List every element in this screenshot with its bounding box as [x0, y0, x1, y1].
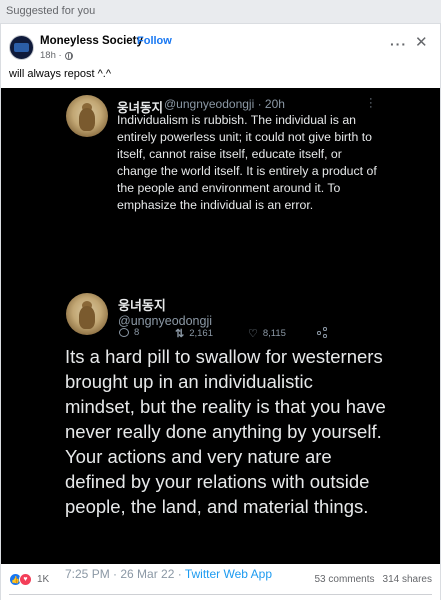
tweet-small-handle: @ungnyeodongji · 20h	[164, 97, 285, 111]
like-count: 8,115	[262, 328, 286, 339]
share-icon	[317, 327, 328, 338]
page-name-link[interactable]: Moneyless Society	[40, 35, 143, 47]
avatar-figure-body	[78, 107, 96, 131]
suggested-header: Suggested for you	[0, 0, 441, 24]
page-avatar[interactable]	[9, 35, 34, 60]
tweet-small-text: Individualism is rubbish. The individual…	[117, 113, 377, 212]
comments-count-link[interactable]: 53 comments	[314, 574, 374, 585]
tweet-actions: 8 ⇅ 2,161 ♡ 8,115	[119, 327, 349, 343]
suggested-label: Suggested for you	[6, 5, 96, 17]
heart-icon: ♡	[248, 328, 258, 340]
tweet-more-icon: · · ·	[369, 93, 373, 113]
retweet-icon: ⇅	[175, 328, 185, 340]
tweet-large-name: 웅녀동지	[118, 298, 166, 313]
post-time-link[interactable]: 18h ·	[40, 50, 62, 61]
avatar-figure-body	[78, 305, 96, 329]
tweet-timestamp: 7:25 PM · 26 Mar 22 ·	[65, 567, 185, 581]
retweet-action: ⇅ 2,161	[175, 327, 213, 340]
post-image[interactable]: 웅녀동지 @ungnyeodongji · 20h · · · Individual…	[1, 88, 440, 581]
reaction-count: 1K	[37, 574, 50, 585]
name-separator: ·	[130, 35, 134, 47]
divider	[9, 594, 432, 595]
tweet-large-handle: @ungnyeodongji	[118, 314, 213, 328]
share-action	[317, 327, 328, 338]
tweet-avatar-large	[66, 293, 108, 335]
follow-button[interactable]: Follow	[137, 35, 172, 47]
reply-count: 8	[134, 327, 140, 338]
shares-count-link[interactable]: 314 shares	[383, 574, 432, 585]
post-caption: will always repost ^.^	[9, 68, 112, 80]
tweet-avatar-small	[66, 95, 108, 137]
tweet-large-text: Its a hard pill to swallow for westerner…	[65, 346, 386, 517]
tweet-timestamp-line: 7:25 PM · 26 Mar 22 · Twitter Web App	[65, 567, 272, 581]
more-options-button[interactable]: ···	[390, 36, 407, 52]
post-meta: 18h ·	[40, 50, 73, 61]
love-reaction-icon: ♥	[19, 573, 32, 586]
tweet-source: Twitter Web App	[184, 567, 272, 581]
reaction-summary[interactable]: 👍 ♥ 1K	[9, 573, 49, 586]
post-stats: 53 comments 314 shares	[314, 574, 432, 585]
reply-action: 8	[119, 327, 139, 338]
retweet-count: 2,161	[189, 328, 213, 339]
like-action: ♡ 8,115	[248, 327, 286, 340]
post-card: Moneyless Society · Follow 18h · ··· ✕ w…	[0, 24, 441, 600]
close-button[interactable]: ✕	[415, 33, 428, 51]
reply-icon	[119, 328, 129, 337]
globe-icon	[64, 51, 73, 60]
page-logo-icon	[14, 43, 29, 52]
